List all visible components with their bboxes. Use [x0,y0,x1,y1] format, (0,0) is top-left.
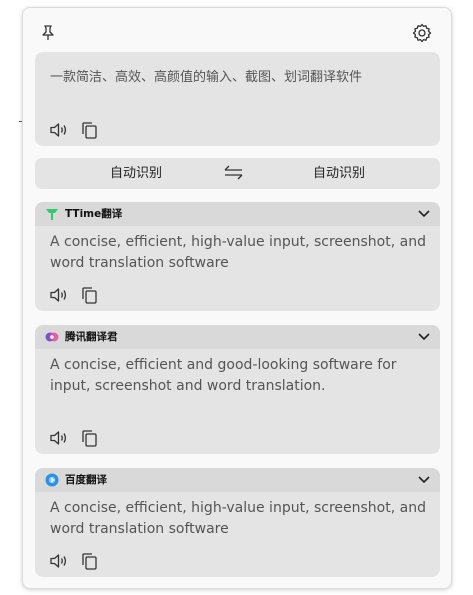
speaker-icon [50,123,67,137]
service-name: 百度翻译 [65,474,107,486]
result-card-ttime: TTime翻译 A concise, efficient, high-value… [35,202,440,311]
copy-button[interactable] [78,428,100,448]
speak-button[interactable] [48,285,70,305]
swap-arrows-icon [224,165,243,180]
translation-text: A concise, efficient, high-value input, … [50,500,426,537]
result-actions [48,551,100,571]
source-panel: 一款简洁、高效、高颜值的输入、截图、划词翻译软件 [35,52,440,146]
target-language-select[interactable]: 自动识别 [313,158,365,189]
translator-window: 一款简洁、高效、高颜值的输入、截图、划词翻译软件 自动识别 自动识别 TTime… [22,7,452,589]
chevron-down-icon [418,210,430,218]
speaker-icon [50,554,67,568]
source-input[interactable]: 一款简洁、高效、高颜值的输入、截图、划词翻译软件 [50,69,428,87]
pin-button[interactable] [36,21,60,45]
baidu-logo-icon [45,473,59,487]
source-actions [48,120,100,140]
copy-icon [82,430,97,447]
swap-languages-button[interactable] [222,163,246,183]
result-card-baidu: 百度翻译 A concise, efficient, high-value in… [35,468,440,577]
copy-button[interactable] [78,551,100,571]
result-card-tencent: 腾讯翻译君 A concise, efficient and good-look… [35,325,440,454]
ttime-logo-icon [46,209,58,220]
topbar [23,8,451,50]
result-header[interactable]: TTime翻译 [35,202,440,226]
copy-button[interactable] [78,285,100,305]
settings-button[interactable] [410,21,434,45]
copy-icon [82,553,97,570]
result-actions [48,428,100,448]
speak-button[interactable] [48,428,70,448]
result-header[interactable]: 百度翻译 [35,468,440,492]
copy-icon [82,287,97,304]
chevron-down-icon [418,333,430,341]
source-language-select[interactable]: 自动识别 [110,158,162,189]
service-name: 腾讯翻译君 [65,331,118,343]
speaker-icon [50,431,67,445]
speaker-icon [50,288,67,302]
copy-button[interactable] [78,120,100,140]
pin-icon [42,25,54,40]
language-bar: 自动识别 自动识别 [35,158,440,189]
result-header[interactable]: 腾讯翻译君 [35,325,440,349]
service-name: TTime翻译 [65,208,123,220]
translation-text: A concise, efficient, high-value input, … [50,234,426,271]
copy-icon [82,122,97,139]
speak-button[interactable] [48,120,70,140]
translation-text: A concise, efficient and good-looking so… [50,357,397,394]
tencent-logo-icon [45,332,59,342]
result-actions [48,285,100,305]
speak-button[interactable] [48,551,70,571]
gear-icon [412,23,432,43]
chevron-down-icon [418,476,430,484]
